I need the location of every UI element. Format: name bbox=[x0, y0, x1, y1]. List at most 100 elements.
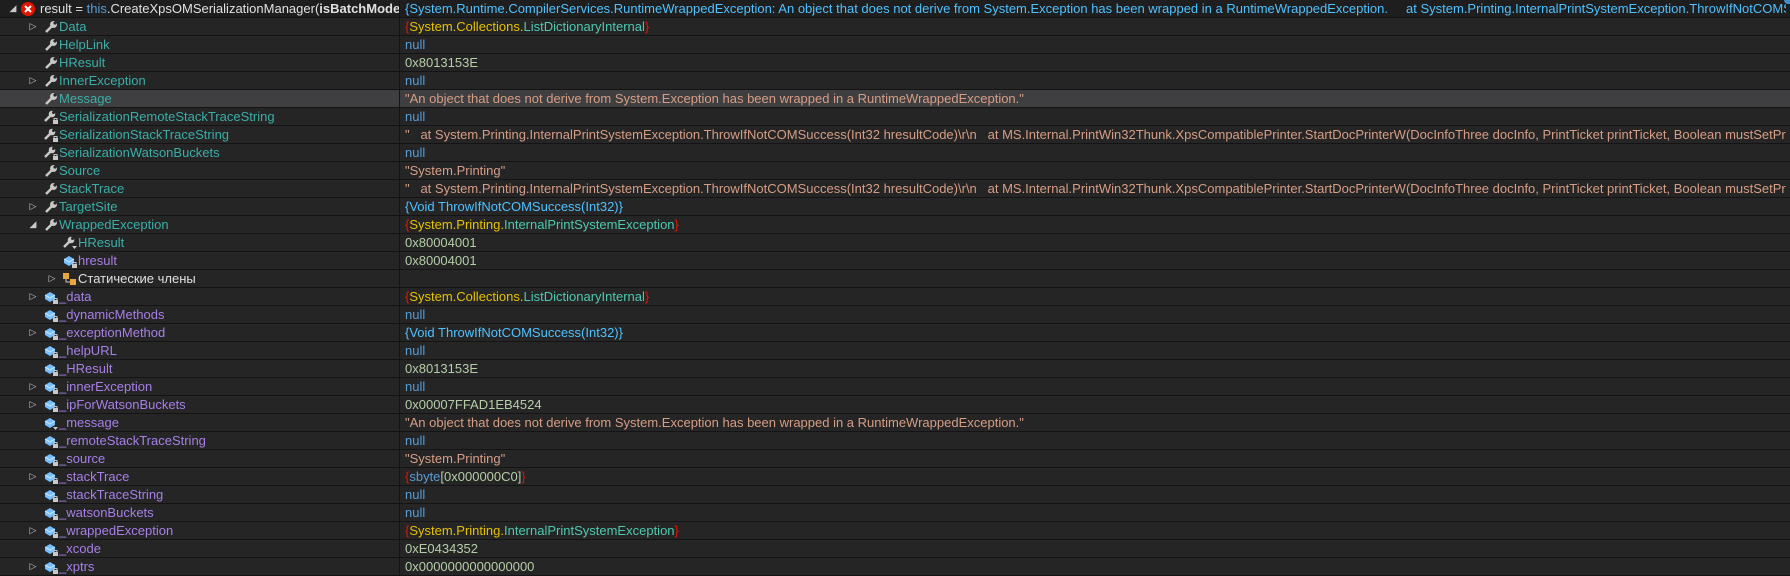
static-members-icon bbox=[62, 271, 78, 287]
value-cell[interactable]: null bbox=[405, 144, 1786, 161]
watch-row[interactable]: ▷ InnerException null bbox=[0, 72, 1790, 90]
watch-row[interactable]: _HResult 0x8013153E bbox=[0, 360, 1790, 378]
expand-arrow-icon[interactable]: ▷ bbox=[27, 18, 39, 35]
watch-row[interactable]: ▷ _stackTrace {sbyte[0x000000C0]} bbox=[0, 468, 1790, 486]
watch-row[interactable]: SerializationStackTraceString " at System… bbox=[0, 126, 1790, 144]
value-cell[interactable]: 0xE0434352 bbox=[405, 540, 1786, 557]
watch-row[interactable]: _stackTraceString null bbox=[0, 486, 1790, 504]
value-cell[interactable]: "System.Printing" bbox=[405, 450, 1786, 467]
wrench-icon bbox=[43, 19, 59, 35]
pin-icon[interactable] bbox=[1784, 0, 1790, 4]
watch-row[interactable]: _watsonBuckets null bbox=[0, 504, 1790, 522]
wrench-lock-icon bbox=[43, 127, 59, 143]
watch-row[interactable]: _source "System.Printing" bbox=[0, 450, 1790, 468]
watch-row[interactable]: ▷ _wrappedException {System.Printing.Inter… bbox=[0, 522, 1790, 540]
value-part: null bbox=[405, 307, 426, 322]
watch-row[interactable]: ▷ _data {System.Collections.ListDictionary… bbox=[0, 288, 1790, 306]
expand-arrow-icon[interactable]: ▷ bbox=[27, 72, 39, 89]
value-cell[interactable]: "An object that does not derive from Sys… bbox=[405, 414, 1786, 431]
value-part: " at System.Printing.InternalPrintSystem… bbox=[405, 127, 1786, 142]
expand-arrow-icon[interactable]: ▷ bbox=[27, 198, 39, 215]
watch-row[interactable]: HelpLink null bbox=[0, 36, 1790, 54]
row-name: _innerException bbox=[59, 379, 153, 394]
watch-row[interactable]: _dynamicMethods null bbox=[0, 306, 1790, 324]
field-lock-icon bbox=[43, 523, 59, 539]
row-name: _xcode bbox=[59, 541, 101, 556]
value-cell[interactable]: {System.Collections.ListDictionaryIntern… bbox=[405, 18, 1786, 35]
watch-root-row[interactable]: ◢ result = this.CreateXpsOMSerializationM… bbox=[0, 0, 1790, 18]
watch-row[interactable]: HResult 0x8013153E bbox=[0, 54, 1790, 72]
value-cell[interactable]: 0x8013153E bbox=[405, 54, 1786, 71]
name-cell: HResult bbox=[0, 54, 400, 71]
watch-row[interactable]: _remoteStackTraceString null bbox=[0, 432, 1790, 450]
name-cell: _HResult bbox=[0, 360, 400, 377]
watch-row[interactable]: ▷ TargetSite {Void ThrowIfNotCOMSuccess(In… bbox=[0, 198, 1790, 216]
watch-row[interactable]: _xcode 0xE0434352 bbox=[0, 540, 1790, 558]
watch-row[interactable]: ▷ Статические члены bbox=[0, 270, 1790, 288]
row-name: _dynamicMethods bbox=[59, 307, 165, 322]
value-part: null bbox=[405, 109, 426, 124]
watch-row[interactable]: _helpURL null bbox=[0, 342, 1790, 360]
collapse-arrow-icon[interactable]: ◢ bbox=[27, 216, 39, 233]
value-cell[interactable]: null bbox=[405, 342, 1786, 359]
value-part: "An object that does not derive from Sys… bbox=[405, 415, 1024, 430]
row-name: _data bbox=[59, 289, 92, 304]
expand-arrow-icon[interactable]: ▷ bbox=[27, 522, 39, 539]
value-cell[interactable]: null bbox=[405, 72, 1786, 89]
value-cell[interactable]: null bbox=[405, 108, 1786, 125]
collapse-arrow-icon[interactable]: ◢ bbox=[7, 0, 19, 17]
watch-row[interactable]: SerializationRemoteStackTraceString null bbox=[0, 108, 1790, 126]
value-cell[interactable]: null bbox=[405, 378, 1786, 395]
value-part: ListDictionaryInternal bbox=[523, 289, 645, 304]
value-cell[interactable]: {sbyte[0x000000C0]} bbox=[405, 468, 1786, 485]
field-lock-icon bbox=[43, 289, 59, 305]
value-cell[interactable]: {System.Collections.ListDictionaryIntern… bbox=[405, 288, 1786, 305]
value-cell[interactable]: {System.Printing.InternalPrintSystemExce… bbox=[405, 522, 1786, 539]
watch-row[interactable]: _message "An object that does not derive … bbox=[0, 414, 1790, 432]
expand-arrow-icon[interactable]: ▷ bbox=[46, 270, 58, 287]
watch-row[interactable]: ▷ _exceptionMethod {Void ThrowIfNotCOMSucc… bbox=[0, 324, 1790, 342]
name-part: isBatchMode bbox=[319, 1, 400, 16]
value-part: null bbox=[405, 343, 426, 358]
value-cell[interactable]: 0x00007FFAD1EB4524 bbox=[405, 396, 1786, 413]
watch-row[interactable]: SerializationWatsonBuckets null bbox=[0, 144, 1790, 162]
wrench-virtual-icon bbox=[62, 235, 78, 251]
expand-arrow-icon[interactable]: ▷ bbox=[27, 288, 39, 305]
value-cell[interactable]: null bbox=[405, 486, 1786, 503]
value-cell[interactable]: null bbox=[405, 36, 1786, 53]
watch-row[interactable]: Source "System.Printing" bbox=[0, 162, 1790, 180]
watch-row[interactable]: HResult 0x80004001 bbox=[0, 234, 1790, 252]
value-cell[interactable] bbox=[405, 270, 1786, 287]
value-cell[interactable]: {Void ThrowIfNotCOMSuccess(Int32)} bbox=[405, 198, 1786, 215]
value-cell[interactable]: {System.Runtime.CompilerServices.Runtime… bbox=[405, 0, 1786, 17]
value-cell[interactable]: 0x8013153E bbox=[405, 360, 1786, 377]
value-cell[interactable]: " at System.Printing.InternalPrintSystem… bbox=[405, 126, 1786, 143]
value-cell[interactable]: "System.Printing" bbox=[405, 162, 1786, 179]
watch-row[interactable]: StackTrace " at System.Printing.InternalP… bbox=[0, 180, 1790, 198]
expand-arrow-icon[interactable]: ▷ bbox=[27, 378, 39, 395]
watch-row[interactable]: ▷ _innerException null bbox=[0, 378, 1790, 396]
expand-arrow-icon[interactable]: ▷ bbox=[27, 396, 39, 413]
value-cell[interactable]: null bbox=[405, 432, 1786, 449]
value-cell[interactable]: 0x80004001 bbox=[405, 252, 1786, 269]
value-cell[interactable]: 0x80004001 bbox=[405, 234, 1786, 251]
value-cell[interactable]: 0x0000000000000000 bbox=[405, 558, 1786, 575]
name-cell: SerializationRemoteStackTraceString bbox=[0, 108, 400, 125]
row-name: HResult bbox=[59, 55, 106, 70]
expand-arrow-icon[interactable]: ▷ bbox=[27, 558, 39, 575]
watch-row[interactable]: hresult 0x80004001 bbox=[0, 252, 1790, 270]
value-cell[interactable]: {Void ThrowIfNotCOMSuccess(Int32)} bbox=[405, 324, 1786, 341]
watch-row[interactable]: Message "An object that does not derive f… bbox=[0, 90, 1790, 108]
expand-arrow-icon[interactable]: ▷ bbox=[27, 324, 39, 341]
watch-row[interactable]: ◢ WrappedException {System.Printing.Intern… bbox=[0, 216, 1790, 234]
value-cell[interactable]: "An object that does not derive from Sys… bbox=[405, 90, 1786, 107]
wrench-icon bbox=[43, 181, 59, 197]
value-cell[interactable]: null bbox=[405, 306, 1786, 323]
value-cell[interactable]: {System.Printing.InternalPrintSystemExce… bbox=[405, 216, 1786, 233]
expand-arrow-icon[interactable]: ▷ bbox=[27, 468, 39, 485]
watch-row[interactable]: ▷ _ipForWatsonBuckets 0x00007FFAD1EB4524 bbox=[0, 396, 1790, 414]
watch-row[interactable]: ▷ _xptrs 0x0000000000000000 bbox=[0, 558, 1790, 576]
watch-row[interactable]: ▷ Data {System.Collections.ListDictionaryI… bbox=[0, 18, 1790, 36]
value-cell[interactable]: null bbox=[405, 504, 1786, 521]
value-cell[interactable]: " at System.Printing.InternalPrintSystem… bbox=[405, 180, 1786, 197]
